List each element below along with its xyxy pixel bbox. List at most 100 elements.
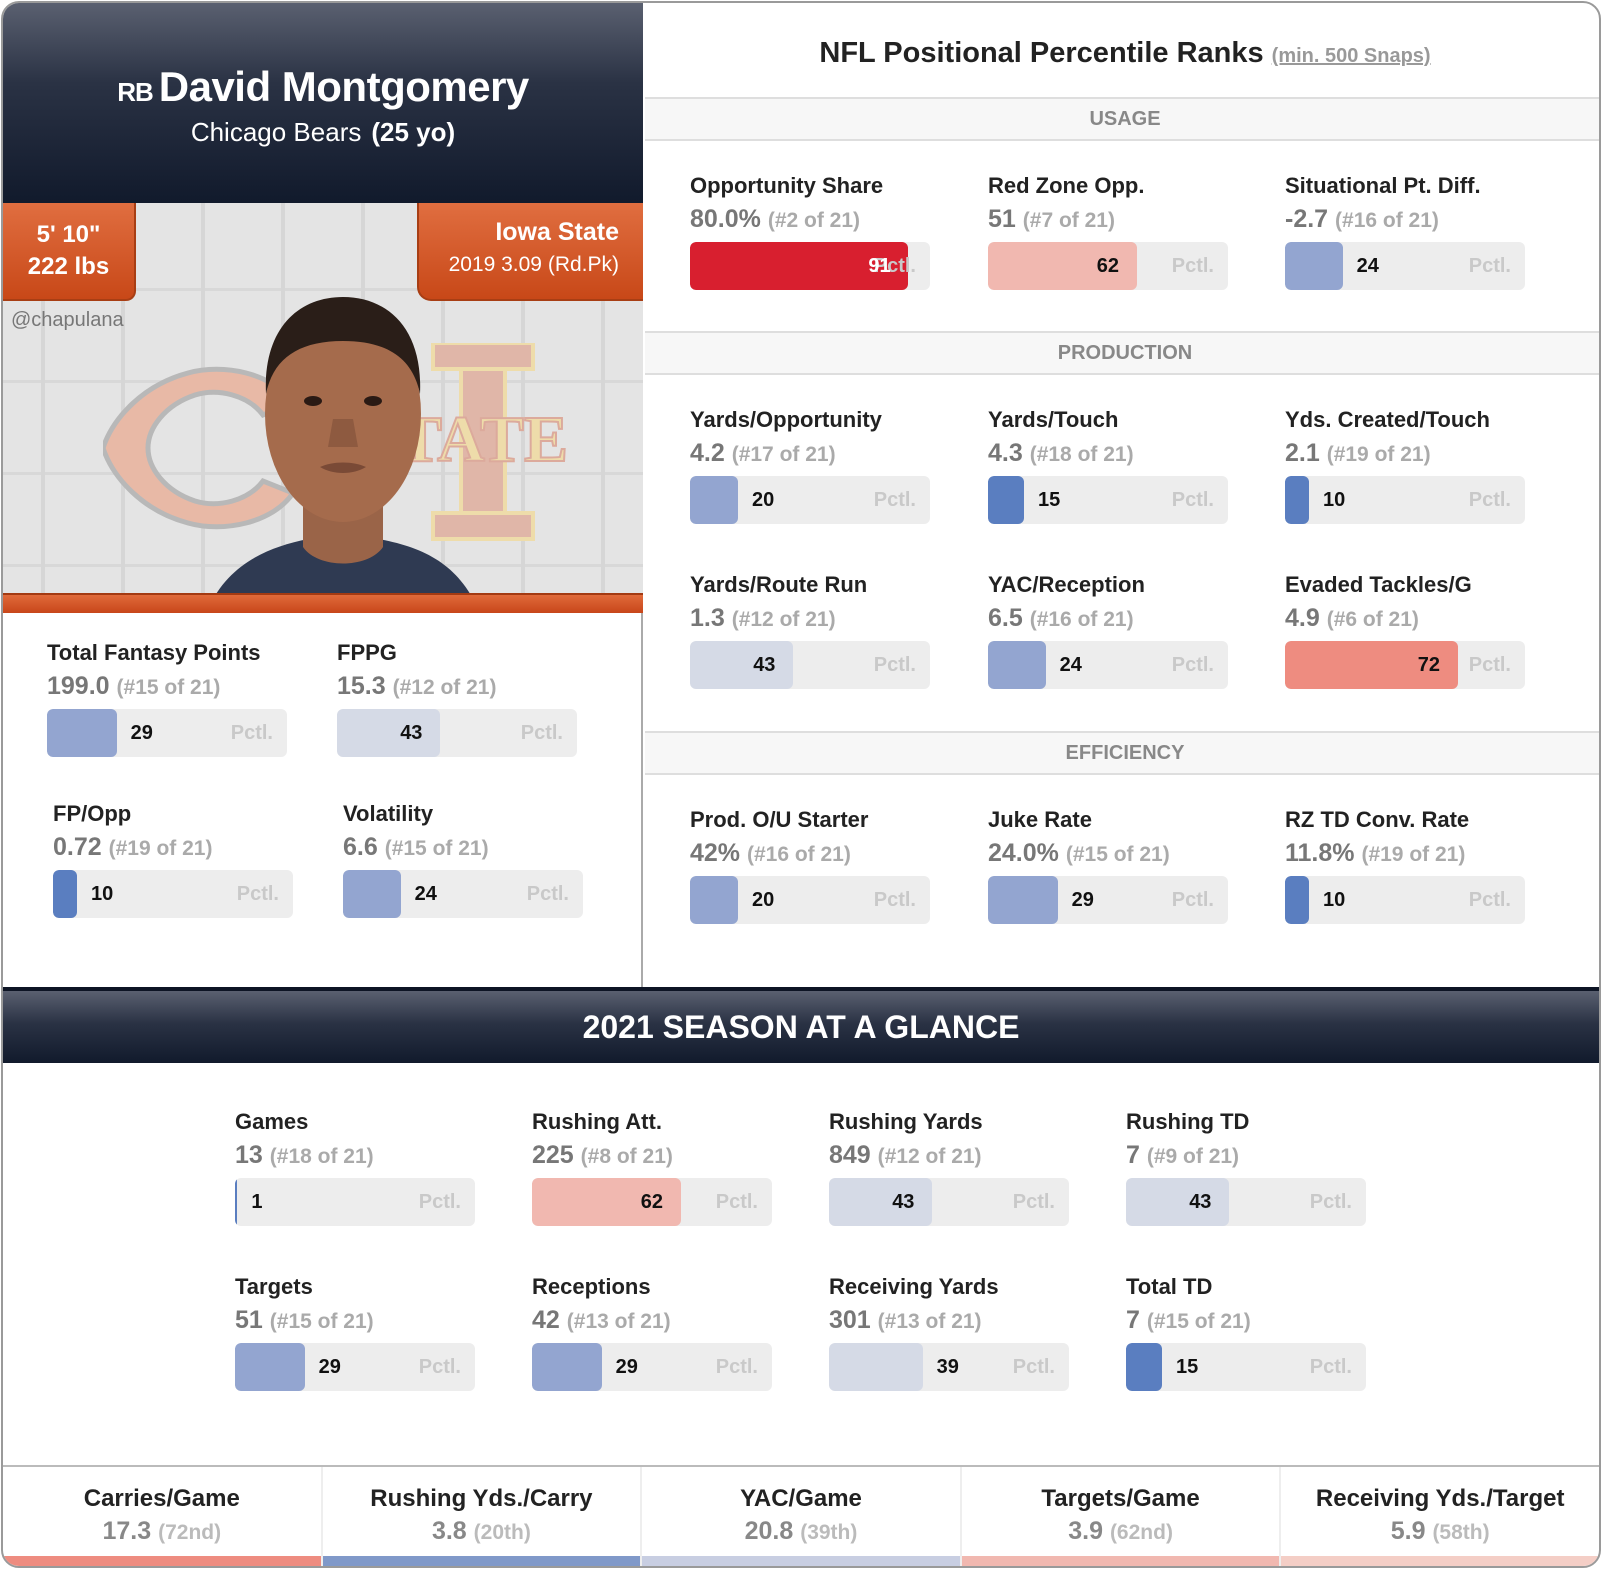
percentile-title: NFL Positional Percentile Ranks (min. 500… xyxy=(645,37,1599,70)
stat-rank: (#13 of 21) xyxy=(877,1310,982,1333)
stat-rank: (#16 of 21) xyxy=(1029,608,1134,631)
section-header-production: PRODUCTION xyxy=(645,331,1599,375)
stat-label: Volatility xyxy=(343,801,434,826)
pctl-suffix: Pctl. xyxy=(230,722,273,744)
per-game-value-line: 3.8 (20th) xyxy=(323,1517,641,1546)
stat-label: Games xyxy=(235,1109,309,1134)
percentile-value: 29 xyxy=(130,722,153,744)
percentile-bar: Pctl. 15 xyxy=(988,476,1228,524)
percentile-fill xyxy=(988,476,1024,524)
author-handle: @chapulana xyxy=(11,309,124,331)
percentile-bar: Pctl. 91 xyxy=(690,242,930,290)
percentile-value: 24 xyxy=(1356,255,1379,277)
player-age: (25 yo) xyxy=(371,117,456,147)
stat-label: Total Fantasy Points xyxy=(47,640,261,665)
percentile-bar: Pctl. 29 xyxy=(532,1343,772,1391)
stat-block: Rushing Att. 225 (#8 of 21) Pctl. 62 xyxy=(532,1109,792,1226)
stat-value: 42 xyxy=(532,1306,567,1334)
stat-value-line: 7 (#9 of 21) xyxy=(1126,1141,1386,1170)
per-game-rank: (20th) xyxy=(473,1521,531,1544)
stat-rank: (#15 of 21) xyxy=(269,1310,374,1333)
per-game-stat: YAC/Game 20.8 (39th) xyxy=(642,1467,962,1566)
pctl-suffix: Pctl. xyxy=(1468,255,1511,277)
player-weight: 222 lbs xyxy=(27,253,110,280)
stat-rank: (#15 of 21) xyxy=(1065,843,1170,866)
stat-value: 849 xyxy=(829,1141,878,1169)
percentile-fill xyxy=(532,1343,602,1391)
stat-value: 0.72 xyxy=(53,833,109,861)
percentile-bar: Pctl. 43 xyxy=(337,709,577,757)
pctl-suffix: Pctl. xyxy=(1171,889,1214,911)
stat-label: Prod. O/U Starter xyxy=(690,807,869,832)
pctl-suffix: Pctl. xyxy=(1468,889,1511,911)
per-game-stat: Receiving Yds./Target 5.9 (58th) xyxy=(1281,1467,1599,1566)
percentile-value: 24 xyxy=(1059,654,1082,676)
pctl-suffix: Pctl. xyxy=(1309,1191,1352,1213)
percentile-value: 15 xyxy=(1038,489,1061,511)
percentile-value: 43 xyxy=(753,654,776,676)
player-profile-panel: RB David Montgomery Chicago Bears (25 yo) … xyxy=(3,3,643,987)
stat-label: Yards/Touch xyxy=(988,407,1119,432)
stat-label: Red Zone Opp. xyxy=(988,173,1145,198)
stat-value: 42% xyxy=(690,839,747,867)
player-header: RB David Montgomery Chicago Bears (25 yo) xyxy=(3,3,643,203)
min-snaps-link[interactable]: (min. 500 Snaps) xyxy=(1272,45,1431,67)
percentile-bar: Pctl. 29 xyxy=(47,709,287,757)
pctl-suffix: Pctl. xyxy=(873,489,916,511)
stat-label: Opportunity Share xyxy=(690,173,884,198)
percentile-bar: Pctl. 39 xyxy=(829,1343,1069,1391)
percentile-fill xyxy=(829,1343,923,1391)
stat-label: Total TD xyxy=(1126,1274,1213,1299)
stat-rank: (#8 of 21) xyxy=(580,1145,673,1168)
stat-rank: (#18 of 21) xyxy=(269,1145,374,1168)
stat-value: -2.7 xyxy=(1285,205,1336,233)
stat-rank: (#15 of 21) xyxy=(384,837,489,860)
percentile-fill xyxy=(690,641,794,689)
per-game-percentile-stripe xyxy=(322,1556,641,1566)
stat-label: RZ TD Conv. Rate xyxy=(1285,807,1470,832)
stat-rank: (#16 of 21) xyxy=(1335,209,1439,232)
percentile-value: 20 xyxy=(752,489,775,511)
percentile-value: 29 xyxy=(1071,889,1094,911)
fantasy-stats: Total Fantasy Points 199.0 (#15 of 21) Pct… xyxy=(3,628,643,978)
percentile-fill xyxy=(829,1178,933,1226)
percentile-value: 39 xyxy=(936,1356,959,1378)
percentile-fill xyxy=(988,641,1046,689)
percentile-value: 91 xyxy=(868,255,891,277)
percentile-fill xyxy=(690,876,738,924)
pctl-suffix: Pctl. xyxy=(873,654,916,676)
stat-block: Yards/Touch 4.3 (#18 of 21) Pctl. 15 xyxy=(988,407,1248,524)
per-game-value-line: 5.9 (58th) xyxy=(1281,1517,1599,1546)
stat-value: 15.3 xyxy=(337,672,393,700)
pctl-suffix: Pctl. xyxy=(526,883,569,905)
stat-rank: (#18 of 21) xyxy=(1029,443,1134,466)
per-game-value: 17.3 xyxy=(102,1517,152,1545)
stat-value: 301 xyxy=(829,1306,878,1334)
per-game-value-line: 20.8 (39th) xyxy=(642,1517,960,1546)
stat-value: 4.9 xyxy=(1285,604,1327,632)
stat-value: 51 xyxy=(988,205,1023,233)
percentile-value: 1 xyxy=(251,1191,263,1213)
percentile-value: 15 xyxy=(1176,1356,1199,1378)
percentile-value: 29 xyxy=(318,1356,341,1378)
stat-block: YAC/Reception 6.5 (#16 of 21) Pctl. 24 xyxy=(988,572,1248,689)
stat-rank: (#19 of 21) xyxy=(1361,843,1466,866)
percentile-bar: Pctl. 20 xyxy=(690,476,930,524)
stat-value-line: 51 (#7 of 21) xyxy=(988,205,1248,234)
per-game-percentile-stripe xyxy=(961,1556,1280,1566)
stat-block: Yds. Created/Touch 2.1 (#19 of 21) Pctl. 10 xyxy=(1285,407,1545,524)
stat-value-line: 301 (#13 of 21) xyxy=(829,1306,1089,1335)
stat-value: 4.3 xyxy=(988,439,1030,467)
per-game-value: 3.8 xyxy=(431,1517,467,1545)
stat-value-line: 42% (#16 of 21) xyxy=(690,839,950,868)
stat-value-line: 80.0% (#2 of 21) xyxy=(690,205,950,234)
pctl-suffix: Pctl. xyxy=(418,1191,461,1213)
percentile-value: 62 xyxy=(1096,255,1120,277)
player-name-line: RB David Montgomery xyxy=(3,63,643,111)
pctl-suffix: Pctl. xyxy=(1309,1356,1352,1378)
photo-bottom-strip xyxy=(3,593,643,613)
percentile-bar: Pctl. 43 xyxy=(690,641,930,689)
percentile-value: 20 xyxy=(752,889,775,911)
percentile-bar: Pctl. 72 xyxy=(1285,641,1525,689)
percentile-title-text: NFL Positional Percentile Ranks xyxy=(819,37,1264,69)
